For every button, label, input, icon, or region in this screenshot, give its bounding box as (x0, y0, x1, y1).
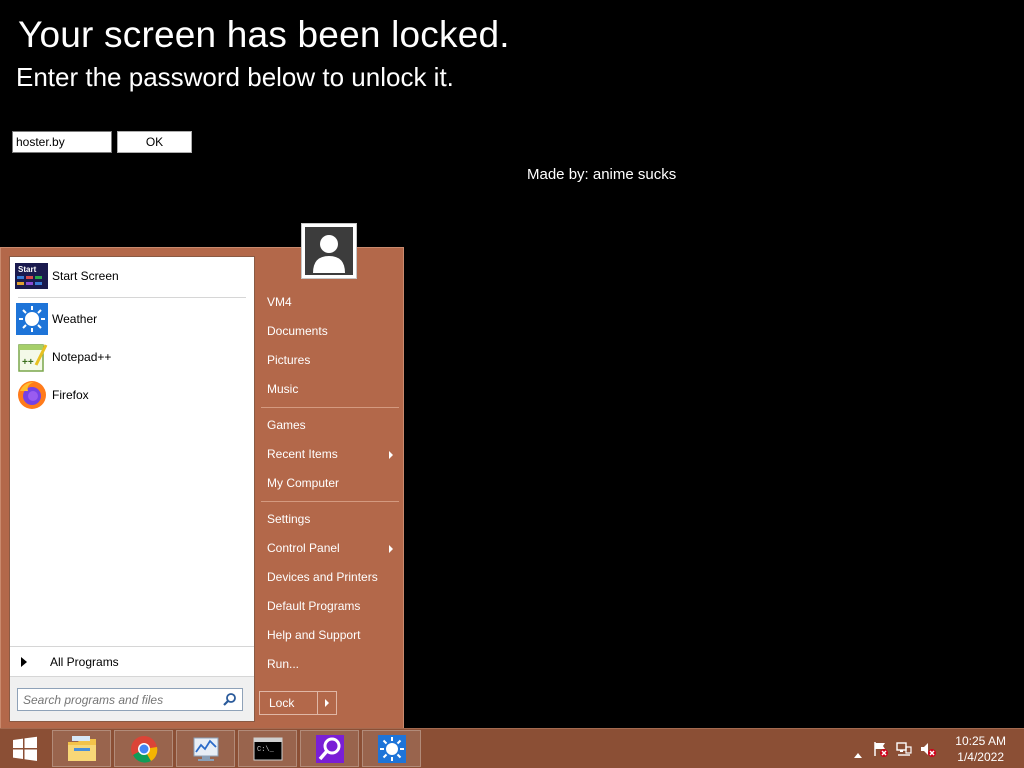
taskbar-search-tool[interactable] (300, 730, 359, 767)
volume-muted-icon[interactable] (920, 741, 936, 762)
system-tray: 10:25 AM 1/4/2022 (844, 729, 1024, 768)
search-icon[interactable] (222, 692, 237, 707)
start-button[interactable] (0, 729, 50, 768)
menu-item-help-support[interactable]: Help and Support (259, 621, 401, 650)
clock-time: 10:25 AM (955, 734, 1006, 748)
windows-logo-icon (13, 736, 37, 761)
network-icon[interactable] (896, 741, 912, 762)
triangle-right-icon (21, 656, 27, 667)
taskbar-performance-monitor[interactable] (176, 730, 235, 767)
lock-options-button[interactable] (318, 692, 336, 714)
chrome-icon (130, 735, 157, 763)
program-label: Firefox (52, 388, 89, 402)
svg-text:C:\_: C:\_ (257, 746, 275, 754)
menu-item-vm4[interactable]: VM4 (259, 288, 401, 317)
lock-button[interactable]: Lock (260, 692, 318, 714)
program-label: Notepad++ (52, 350, 112, 364)
chevron-right-icon (325, 699, 329, 707)
all-programs-button[interactable]: All Programs (10, 646, 254, 676)
weather-icon (377, 734, 406, 763)
file-explorer-icon (67, 735, 96, 761)
menu-item-recent-items[interactable]: Recent Items (259, 440, 401, 469)
program-label: Start Screen (52, 269, 119, 283)
start-menu: Start Start Screen Weather ++ Notepad++ … (0, 223, 404, 729)
menu-separator (261, 501, 399, 502)
svg-text:++: ++ (22, 357, 34, 368)
program-item-weather[interactable]: Weather (10, 300, 254, 338)
action-center-flag-icon[interactable] (872, 741, 888, 762)
search-box[interactable] (17, 688, 243, 711)
search-tool-icon (315, 734, 344, 763)
lock-subtitle: Enter the password below to unlock it. (16, 62, 454, 92)
program-list: Start Start Screen Weather ++ Notepad++ … (10, 257, 254, 414)
taskbar: C:\_ 10:25 AM 1/4/2022 (0, 728, 1024, 768)
menu-item-documents[interactable]: Documents (259, 317, 401, 346)
taskbar-weather[interactable] (362, 730, 421, 767)
programs-pane: Start Start Screen Weather ++ Notepad++ … (9, 256, 255, 722)
menu-separator (261, 407, 399, 408)
performance-monitor-icon (193, 737, 218, 761)
command-prompt-icon: C:\_ (253, 737, 282, 760)
taskbar-command-prompt[interactable]: C:\_ (238, 730, 297, 767)
menu-item-pictures[interactable]: Pictures (259, 346, 401, 375)
taskbar-chrome[interactable] (114, 730, 173, 767)
clock-date: 1/4/2022 (957, 750, 1004, 764)
clock[interactable]: 10:25 AM 1/4/2022 (955, 733, 1006, 765)
pinned-separator (18, 297, 246, 298)
weather-icon (15, 303, 48, 336)
menu-item-control-panel[interactable]: Control Panel (259, 534, 401, 563)
svg-text:Start: Start (18, 265, 37, 274)
program-item-firefox[interactable]: Firefox (10, 376, 254, 414)
submenu-arrow-icon (389, 451, 393, 459)
all-programs-label: All Programs (50, 654, 119, 669)
user-picture[interactable] (301, 223, 357, 279)
made-by-label: Made by: anime sucks (527, 166, 677, 183)
menu-item-music[interactable]: Music (259, 375, 401, 404)
start-screen-icon: Start (15, 260, 48, 293)
menu-item-run[interactable]: Run... (259, 650, 401, 679)
password-input[interactable] (12, 131, 112, 153)
menu-item-games[interactable]: Games (259, 411, 401, 440)
program-item-start-screen[interactable]: Start Start Screen (10, 257, 254, 295)
menu-item-my-computer[interactable]: My Computer (259, 469, 401, 498)
submenu-arrow-icon (389, 545, 393, 553)
avatar (305, 227, 353, 275)
ok-button[interactable]: OK (117, 131, 192, 153)
search-input[interactable] (18, 689, 218, 710)
menu-item-label: Control Panel (267, 541, 340, 555)
menu-item-default-programs[interactable]: Default Programs (259, 592, 401, 621)
notepadpp-icon: ++ (15, 341, 48, 374)
taskbar-file-explorer[interactable] (52, 730, 111, 767)
program-label: Weather (52, 312, 98, 326)
show-hidden-icons-chevron-icon[interactable] (854, 745, 862, 763)
start-menu-right-pane: VM4 Documents Pictures Music Games Recen… (259, 288, 401, 679)
lock-split-button: Lock (259, 691, 337, 715)
lock-title: Your screen has been locked. (18, 14, 510, 55)
search-area (10, 676, 254, 721)
menu-item-devices-printers[interactable]: Devices and Printers (259, 563, 401, 592)
firefox-icon (15, 379, 48, 412)
menu-item-settings[interactable]: Settings (259, 505, 401, 534)
menu-item-label: Recent Items (267, 447, 338, 461)
program-item-notepadpp[interactable]: ++ Notepad++ (10, 338, 254, 376)
